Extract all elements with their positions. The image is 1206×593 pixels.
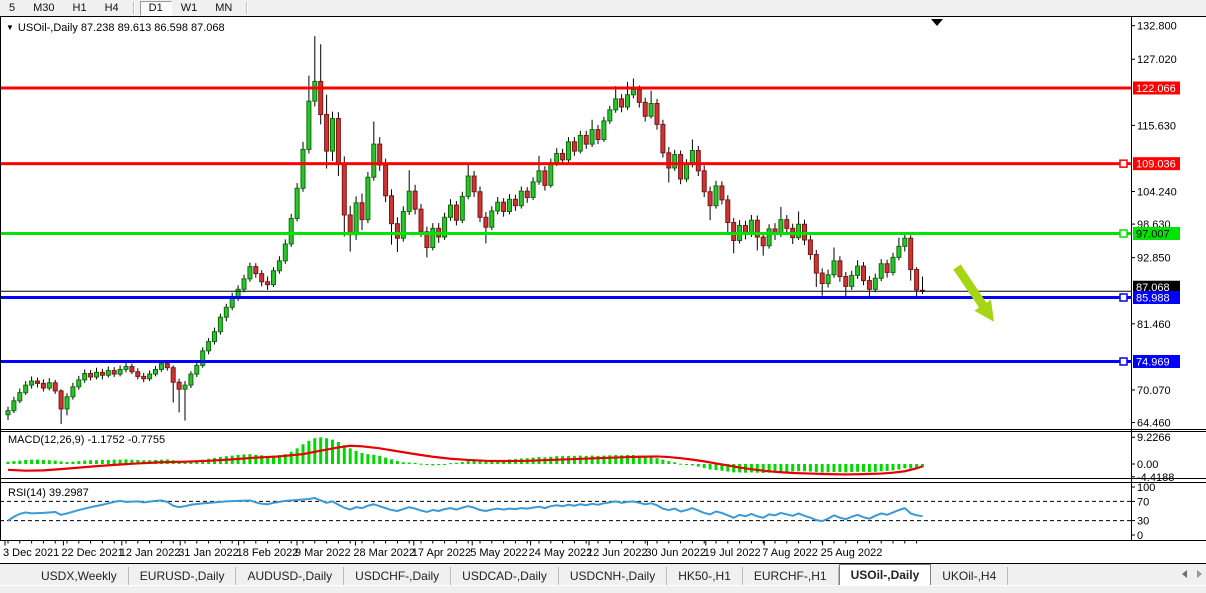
rsi-axis-label: 0 — [1137, 530, 1143, 542]
mt4-window: 132.800127.020115.630104.24098.63092.850… — [0, 0, 1206, 593]
timeframe-button-5[interactable]: 5 — [0, 1, 24, 16]
timeframe-button-h4[interactable]: H4 — [96, 1, 128, 16]
tab-scroll-left-icon[interactable] — [1182, 570, 1187, 578]
hline-price-tag: 122.066 — [1136, 83, 1176, 95]
macd-axis-label: 9.2266 — [1137, 432, 1171, 444]
macd-axis-label: 0.00 — [1137, 459, 1158, 471]
tab-audusd-daily[interactable]: AUDUSD-,Daily — [236, 567, 344, 585]
tab-usdcad-daily[interactable]: USDCAD-,Daily — [451, 567, 559, 585]
hline-handle[interactable] — [1120, 230, 1127, 237]
date-axis-label: 30 Jun 2022 — [645, 547, 706, 559]
price-axis-label: 81.460 — [1137, 319, 1171, 331]
toolbar-separator — [133, 2, 135, 14]
price-axis-label: 64.460 — [1137, 418, 1171, 430]
tab-eurchf-h1[interactable]: EURCHF-,H1 — [743, 567, 839, 585]
date-axis-label: 3 Dec 2021 — [3, 547, 59, 559]
price-axis-label: 92.850 — [1137, 253, 1171, 265]
date-axis-label: 24 May 2022 — [529, 547, 593, 559]
tab-ukoil-h4[interactable]: UKOil-,H4 — [931, 567, 1008, 585]
price-axis-label: 70.070 — [1137, 385, 1171, 397]
hline-handle[interactable] — [1120, 358, 1127, 365]
chart-canvas[interactable]: 132.800127.020115.630104.24098.63092.850… — [0, 0, 1206, 593]
date-axis-label: 5 May 2022 — [470, 547, 527, 559]
date-axis-label: 7 Aug 2022 — [762, 547, 818, 559]
date-axis-label: 18 Feb 2022 — [237, 547, 299, 559]
timeframe-button-d1[interactable]: D1 — [140, 1, 172, 16]
hline-price-tag: 97.007 — [1136, 229, 1170, 241]
tab-usdcnh-daily[interactable]: USDCNH-,Daily — [559, 567, 667, 585]
chart-tabs: USDX,WeeklyEURUSD-,DailyAUDUSD-,DailyUSD… — [0, 564, 1206, 585]
price-axis-label: 127.020 — [1137, 54, 1177, 66]
date-axis-label: 31 Jan 2022 — [178, 547, 239, 559]
date-axis-label: 25 Aug 2022 — [821, 547, 883, 559]
status-bar — [0, 585, 1206, 593]
timeframe-button-mn[interactable]: MN — [206, 1, 241, 16]
macd-indicator-label: MACD(12,26,9) -1.1752 -0.7755 — [8, 434, 165, 446]
tab-usdchf-daily[interactable]: USDCHF-,Daily — [344, 567, 451, 585]
chart-title-symbol: USOil-,Daily — [18, 22, 78, 34]
timeframe-button-h1[interactable]: H1 — [64, 1, 96, 16]
rsi-indicator-label: RSI(14) 39.2987 — [8, 487, 89, 499]
date-axis-label: 22 Dec 2021 — [61, 547, 123, 559]
date-axis-label: 12 Jan 2022 — [120, 547, 181, 559]
price-axis-label: 104.240 — [1137, 187, 1177, 199]
date-axis-label: 28 Mar 2022 — [353, 547, 415, 559]
tab-usoil-daily[interactable]: USOil-,Daily — [839, 564, 932, 585]
hline-handle[interactable] — [1120, 160, 1127, 167]
rsi-axis-label: 30 — [1137, 516, 1149, 528]
timeframe-button-m30[interactable]: M30 — [24, 1, 63, 16]
chart-title-ohlc: 87.238 89.613 86.598 87.068 — [81, 22, 225, 34]
tab-scroll-buttons — [1182, 570, 1202, 578]
toolbar-separator — [246, 2, 248, 14]
date-axis-label: 12 Jun 2022 — [587, 547, 648, 559]
hline-price-tag: 109.036 — [1136, 159, 1176, 171]
timeframe-toolbar: 5M30H1H4 D1W1MN — [0, 0, 1206, 16]
rsi-axis-label: 100 — [1137, 482, 1155, 494]
tab-hk50-h1[interactable]: HK50-,H1 — [667, 567, 743, 585]
symbol-dropdown-icon[interactable]: ▼ — [6, 23, 14, 32]
date-axis-label: 9 Mar 2022 — [295, 547, 351, 559]
timeframe-button-w1[interactable]: W1 — [172, 1, 207, 16]
tab-eurusd-daily[interactable]: EURUSD-,Daily — [129, 567, 237, 585]
tab-usdx-weekly[interactable]: USDX,Weekly — [30, 567, 129, 585]
hline-price-tag: 74.969 — [1136, 356, 1170, 368]
date-axis-label: 17 Apr 2022 — [412, 547, 471, 559]
rsi-axis-label: 70 — [1137, 496, 1149, 508]
hline-handle[interactable] — [1120, 294, 1127, 301]
price-axis-label: 132.800 — [1137, 21, 1177, 33]
price-axis-label: 115.630 — [1137, 120, 1176, 132]
chart-title: ▼ USOil-,Daily 87.238 89.613 86.598 87.06… — [6, 22, 225, 34]
tab-scroll-right-icon[interactable] — [1197, 570, 1202, 578]
date-axis-label: 19 Jul 2022 — [704, 547, 761, 559]
hline-price-tag: 85.988 — [1136, 293, 1170, 305]
